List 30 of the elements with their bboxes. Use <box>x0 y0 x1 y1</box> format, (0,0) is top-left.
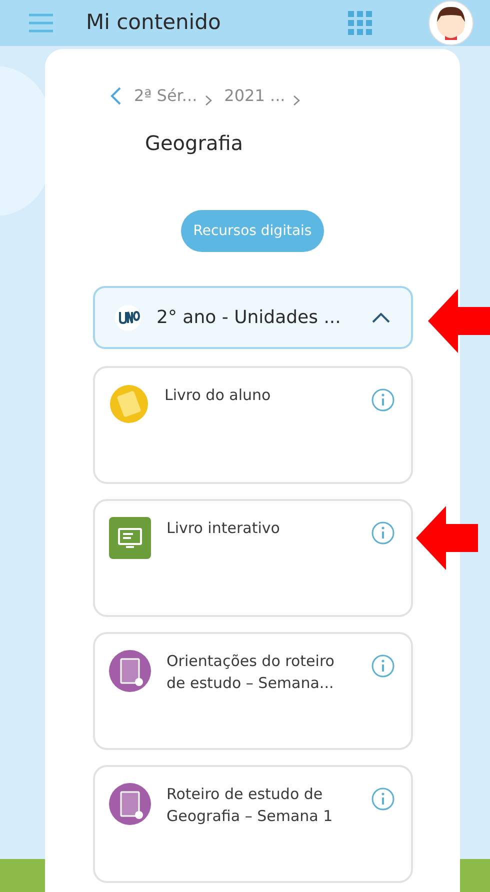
annotation-arrow <box>428 289 490 353</box>
collection-title: 2° ano - Unidades ... <box>156 306 342 330</box>
notebook-icon <box>108 783 150 825</box>
collection-header[interactable]: 2° ano - Unidades ... <box>92 286 412 349</box>
page-title: Mi contenido <box>86 9 222 36</box>
notebook-icon <box>108 650 150 692</box>
resource-card[interactable]: Orientações do roteiro de estudo – Semana... <box>92 632 412 750</box>
resource-title: Livro interativo <box>166 518 281 539</box>
apps-grid-icon[interactable] <box>348 11 372 35</box>
info-icon[interactable] <box>370 521 394 545</box>
resource-title: Livro do aluno <box>164 385 272 406</box>
monitor-icon <box>108 517 150 559</box>
chevron-right-icon <box>205 94 212 106</box>
info-icon[interactable] <box>370 654 394 678</box>
annotation-arrow <box>416 506 478 570</box>
resource-card[interactable]: Livro interativo <box>92 499 412 617</box>
chevron-up-icon <box>370 312 390 324</box>
menu-icon[interactable] <box>28 13 54 33</box>
resource-title: Orientações do roteiro de estudo – Semana... <box>166 651 336 694</box>
logo-icon <box>114 304 140 330</box>
resource-title: Roteiro de estudo de Geografia – Semana 1 <box>166 784 334 827</box>
info-icon[interactable] <box>370 388 394 412</box>
info-icon[interactable] <box>370 787 394 811</box>
avatar-icon[interactable] <box>428 0 474 46</box>
subject-title: Geografia <box>145 130 244 157</box>
back-chevron-icon[interactable] <box>110 86 122 106</box>
notebook-badge-icon <box>108 384 148 424</box>
chevron-right-icon <box>293 94 300 106</box>
resource-card[interactable]: Roteiro de estudo de Geografia – Semana 1 <box>92 765 412 883</box>
resource-card[interactable]: Livro do aluno <box>92 366 412 484</box>
